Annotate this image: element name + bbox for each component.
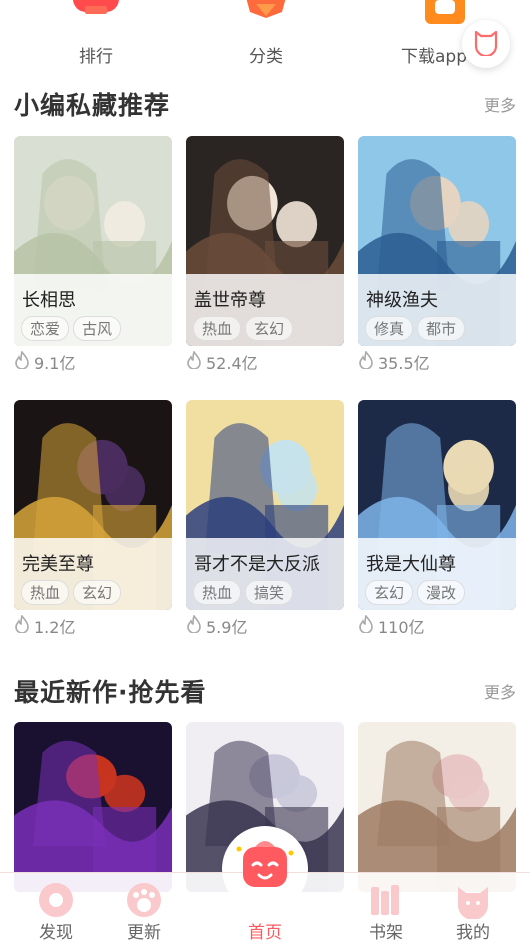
comic-cover[interactable]: 完美至尊热血 玄幻: [14, 400, 172, 610]
home-mascot-icon: [233, 835, 297, 899]
genre-tag[interactable]: 恋爱: [21, 316, 70, 341]
comic-cover[interactable]: 我是大仙尊玄幻 漫改: [358, 400, 516, 610]
genre-tags: 恋爱 古风: [21, 316, 122, 341]
section-title-recommend: 小编私藏推荐: [14, 91, 171, 120]
genre-tag[interactable]: 玄幻: [73, 580, 122, 605]
comic-card[interactable]: 神级渔夫修真 都市 35.5亿: [358, 136, 516, 373]
popularity-value: 5.9亿: [206, 618, 248, 637]
tab-bookshelf[interactable]: 书架: [346, 873, 426, 942]
popularity: 9.1亿: [14, 350, 75, 374]
comic-card[interactable]: 我是大仙尊玄幻 漫改 110亿: [358, 400, 516, 637]
comic-card[interactable]: 长相思恋爱 古风 9.1亿: [14, 136, 172, 373]
paw-icon: [125, 881, 163, 919]
tab-discover[interactable]: 发现: [16, 873, 96, 942]
bookshelf-icon: [367, 881, 405, 919]
bottom-navigation: 发现 更新 首页 书架 我的: [0, 841, 530, 942]
category-label: 排行: [79, 47, 113, 67]
comic-title: 完美至尊: [22, 554, 94, 575]
section-title-new: 最近新作·抢先看: [14, 678, 207, 707]
cat-profile-icon: [454, 881, 492, 920]
comic-card[interactable]: 哥才不是大反派热血 搞笑 5.9亿: [186, 400, 344, 637]
genre-tags: 热血 玄幻: [21, 580, 122, 605]
popularity: 5.9亿: [186, 614, 247, 638]
genre-tag[interactable]: 玄幻: [365, 580, 414, 605]
download-app-icon: [399, 0, 469, 28]
floating-mascot-button[interactable]: [462, 20, 510, 68]
flame-icon: [186, 614, 202, 637]
genre-tags: 热血 玄幻: [193, 316, 294, 341]
popularity-value: 1.2亿: [34, 618, 76, 637]
top-category-strip: 排行 分类 下载app: [0, 0, 530, 78]
flame-icon: [14, 350, 30, 373]
donut-icon: [37, 881, 75, 919]
tab-profile[interactable]: 我的: [433, 873, 513, 942]
popularity: 35.5亿: [358, 350, 430, 374]
more-link-recommend[interactable]: 更多: [484, 92, 516, 116]
ribbon-icon: [236, 0, 296, 30]
comic-cover[interactable]: 哥才不是大反派热血 搞笑: [186, 400, 344, 610]
comic-title: 盖世帝尊: [194, 290, 266, 311]
tab-label: 我的: [456, 923, 490, 942]
genre-tag[interactable]: 都市: [417, 316, 466, 341]
comic-cover[interactable]: [358, 722, 516, 892]
popularity-value: 9.1亿: [34, 354, 76, 373]
comic-cover[interactable]: 神级渔夫修真 都市: [358, 136, 516, 346]
comic-title: 神级渔夫: [366, 290, 438, 311]
comic-cover[interactable]: 长相思恋爱 古风: [14, 136, 172, 346]
genre-tag[interactable]: 古风: [73, 316, 122, 341]
popularity: 1.2亿: [14, 614, 75, 638]
comic-card[interactable]: [358, 722, 516, 892]
tab-label: 更新: [127, 923, 161, 942]
genre-tags: 修真 都市: [365, 316, 466, 341]
genre-tag[interactable]: 热血: [193, 580, 242, 605]
flame-icon: [358, 614, 374, 637]
flame-icon: [186, 350, 202, 373]
tab-home[interactable]: 首页: [225, 841, 305, 942]
comic-cover[interactable]: [14, 722, 172, 892]
genre-tag[interactable]: 搞笑: [245, 580, 294, 605]
popularity-value: 35.5亿: [378, 354, 430, 373]
comic-title: 我是大仙尊: [366, 554, 456, 575]
comic-title: 哥才不是大反派: [194, 554, 320, 575]
more-link-new[interactable]: 更多: [484, 679, 516, 703]
popularity: 110亿: [358, 614, 425, 638]
genre-tag[interactable]: 修真: [365, 316, 414, 341]
comic-card[interactable]: [14, 722, 172, 892]
genre-tags: 热血 搞笑: [193, 580, 294, 605]
genre-tag[interactable]: 热血: [21, 580, 70, 605]
comic-title: 长相思: [22, 290, 76, 311]
flame-icon: [14, 614, 30, 637]
genre-tag[interactable]: 热血: [193, 316, 242, 341]
category-label: 分类: [249, 47, 283, 67]
trophy-icon: [67, 0, 125, 26]
tab-label: 书架: [369, 923, 403, 942]
comic-cover[interactable]: 盖世帝尊热血 玄幻: [186, 136, 344, 346]
flame-icon: [358, 350, 374, 373]
popularity: 52.4亿: [186, 350, 258, 374]
tab-updates[interactable]: 更新: [104, 873, 184, 942]
comic-card[interactable]: 盖世帝尊热血 玄幻 52.4亿: [186, 136, 344, 373]
genre-tag[interactable]: 漫改: [417, 580, 466, 605]
comic-card[interactable]: 完美至尊热血 玄幻 1.2亿: [14, 400, 172, 637]
genre-tag[interactable]: 玄幻: [245, 316, 294, 341]
popularity-value: 52.4亿: [206, 354, 258, 373]
popularity-value: 110亿: [378, 618, 425, 637]
tab-label: 发现: [39, 923, 73, 942]
genre-tags: 玄幻 漫改: [365, 580, 466, 605]
tab-label: 首页: [248, 923, 282, 942]
cat-face-icon: [472, 28, 500, 60]
